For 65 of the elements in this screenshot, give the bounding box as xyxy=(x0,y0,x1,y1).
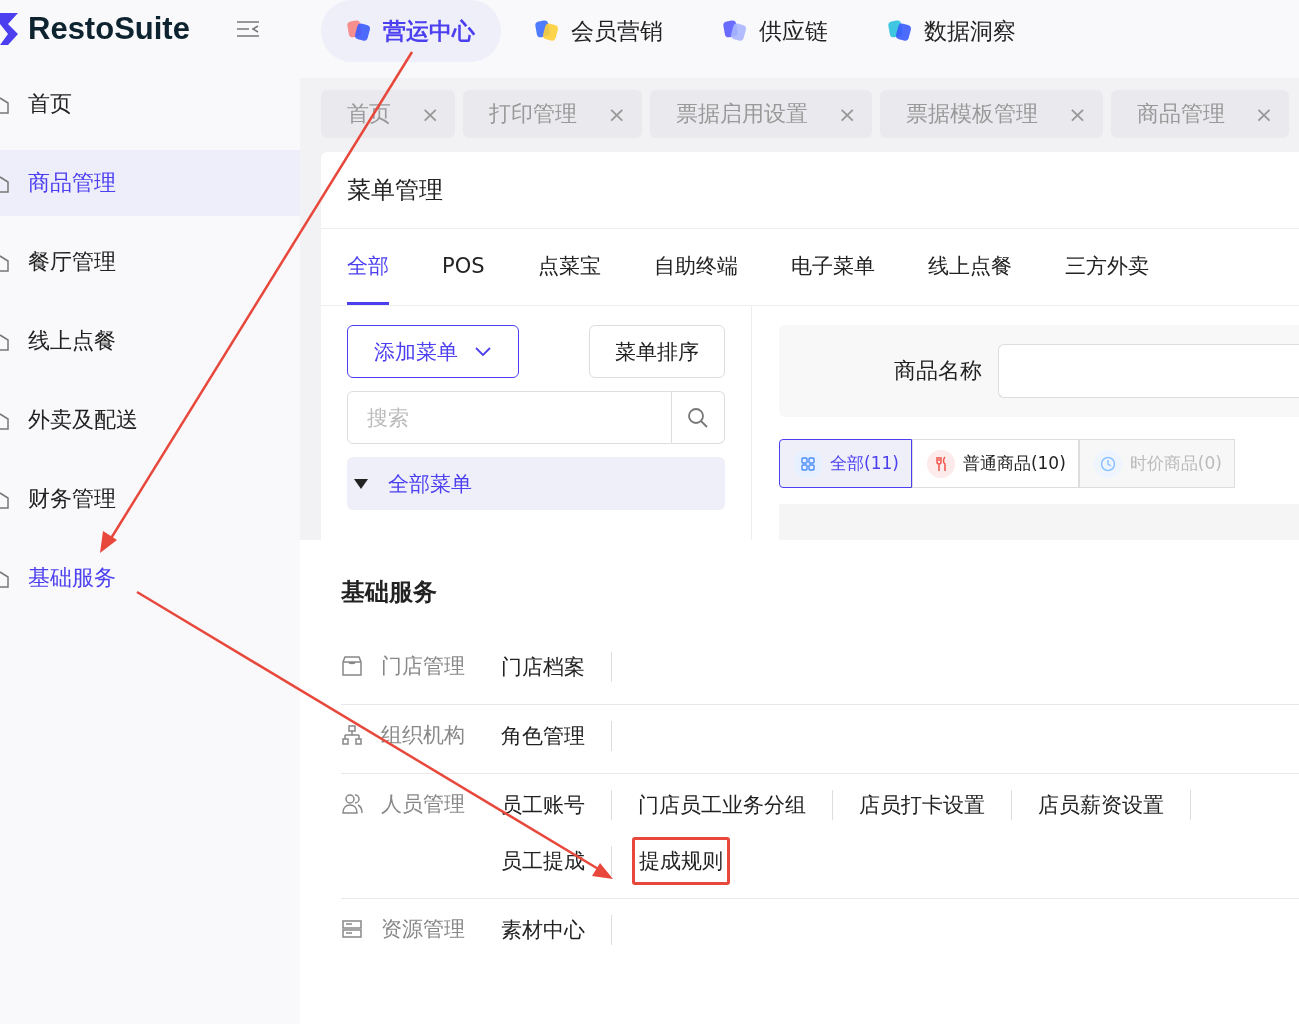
search-icon xyxy=(687,406,709,429)
search-button[interactable] xyxy=(672,391,725,444)
app-icon xyxy=(347,19,373,43)
sidebar-item[interactable]: 商品管理 xyxy=(0,150,300,216)
channel-tab[interactable]: 点菜宝 xyxy=(537,229,601,305)
search-field[interactable]: 搜索 xyxy=(347,391,672,444)
menu-link[interactable]: 素材中心 xyxy=(501,915,612,945)
users-icon xyxy=(341,793,363,815)
app-icon xyxy=(535,19,561,43)
sidebar-item[interactable]: 财务管理 xyxy=(0,466,300,532)
store-icon xyxy=(341,655,363,677)
channel-tab[interactable]: 自助终端 xyxy=(653,229,738,305)
menu-link[interactable]: 店员薪资设置 xyxy=(1012,790,1191,820)
menu-link[interactable]: 店员打卡设置 xyxy=(833,790,1012,820)
collapse-menu-icon[interactable] xyxy=(235,20,260,38)
menu-item-icon xyxy=(0,331,10,351)
menu-item-icon xyxy=(0,568,10,588)
app-icon xyxy=(888,19,914,43)
app-icon xyxy=(723,19,749,43)
sidebar-item[interactable]: 外卖及配送 xyxy=(0,387,300,453)
group-label: 门店管理 xyxy=(381,653,465,680)
menu-link[interactable]: 门店员工业务分组 xyxy=(612,790,833,820)
sidebar-item[interactable]: 餐厅管理 xyxy=(0,229,300,295)
group-label: 人员管理 xyxy=(381,791,465,818)
sidebar-item[interactable]: 首页 xyxy=(0,71,300,137)
channel-tab[interactable]: 三方外卖 xyxy=(1064,229,1149,305)
panel-title: 基础服务 xyxy=(341,577,438,608)
menu-link[interactable]: 员工账号 xyxy=(501,790,612,820)
caret-icon xyxy=(354,477,368,490)
chevron-down-icon xyxy=(474,345,492,358)
channel-tab[interactable]: 电子菜单 xyxy=(790,229,875,305)
top-nav-tab[interactable]: 会员营销 xyxy=(509,0,689,62)
cutlery-icon xyxy=(926,449,955,478)
top-nav-tab[interactable]: 数据洞察 xyxy=(862,0,1042,62)
menu-link[interactable]: 角色管理 xyxy=(501,721,612,751)
clock-icon xyxy=(1093,449,1122,478)
menu-item-icon xyxy=(0,94,10,114)
server-icon xyxy=(341,918,363,940)
group-label: 资源管理 xyxy=(381,916,465,943)
channel-tab[interactable]: 线上点餐 xyxy=(927,229,1012,305)
type-tab[interactable]: 普通商品(10) xyxy=(911,439,1079,488)
group-label: 组织机构 xyxy=(381,722,465,749)
sidebar-item[interactable]: 线上点餐 xyxy=(0,308,300,374)
add-menu-button[interactable]: 添加菜单 xyxy=(347,325,519,378)
menu-item-icon xyxy=(0,410,10,430)
menu-item-icon xyxy=(0,173,10,193)
menu-item-icon xyxy=(0,252,10,272)
org-chart-icon xyxy=(341,724,363,746)
channel-tab[interactable]: 全部 xyxy=(347,229,389,305)
type-tab[interactable]: 全部(11) xyxy=(779,439,912,488)
page-title: 菜单管理 xyxy=(321,152,1299,229)
sort-menu-button[interactable]: 菜单排序 xyxy=(589,325,725,378)
menu-link[interactable]: 门店档案 xyxy=(501,652,612,682)
product-name-field[interactable] xyxy=(998,344,1299,398)
logo-icon xyxy=(0,13,18,45)
menu-link[interactable]: 提成规则 xyxy=(632,837,730,885)
tree-item[interactable]: 全部菜单 xyxy=(347,457,725,510)
field-label: 商品名称 xyxy=(894,357,982,385)
logo: RestoSuite xyxy=(28,11,190,47)
channel-tab[interactable]: POS xyxy=(442,229,485,305)
menu-item-icon xyxy=(0,489,10,509)
top-nav-tab[interactable]: 营运中心 xyxy=(321,0,501,62)
sidebar-item[interactable]: 基础服务 xyxy=(0,545,300,611)
top-nav-tab[interactable]: 供应链 xyxy=(697,0,854,62)
grid-icon xyxy=(794,449,822,478)
